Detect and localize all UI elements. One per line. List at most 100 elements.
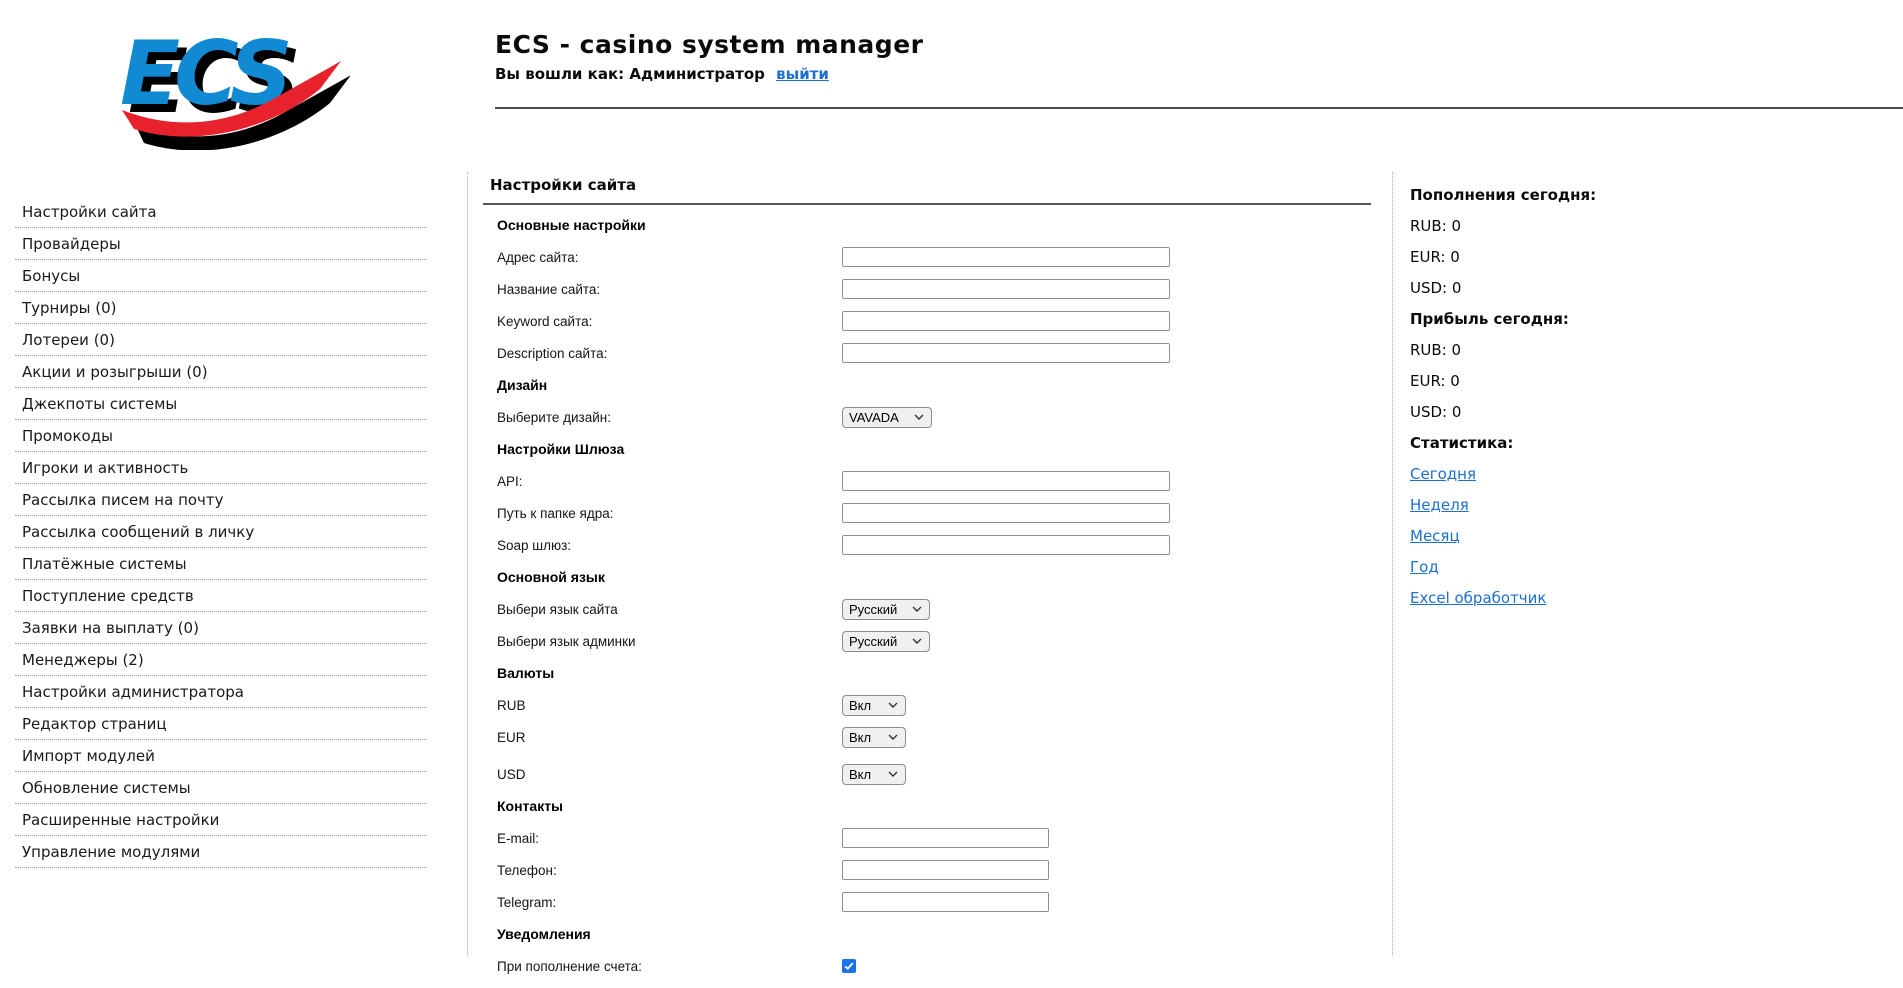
settings-form: Основные настройки Адрес сайта: Название с… xyxy=(483,215,1371,976)
section-basic-settings-header: Основные настройки xyxy=(497,217,646,233)
row-soap-gateway: Soap шлюз: xyxy=(497,535,1371,555)
currency-eur-select[interactable]: Вкл xyxy=(842,727,906,748)
currency-rub-select[interactable]: Вкл xyxy=(842,695,906,716)
phone-label: Телефон: xyxy=(497,863,842,878)
sidebar-item-module-management[interactable]: Управление модулями xyxy=(15,836,427,868)
site-address-label: Адрес сайта: xyxy=(497,250,842,265)
sidebar-item-players-activity[interactable]: Игроки и активность xyxy=(15,452,427,484)
profit-rub: RUB: 0 xyxy=(1410,340,1650,360)
sidebar-item-system-update[interactable]: Обновление системы xyxy=(15,772,427,804)
logout-link[interactable]: выйти xyxy=(776,65,829,83)
site-keyword-label: Keyword сайта: xyxy=(497,314,842,329)
sidebar-item-lotteries[interactable]: Лотереи (0) xyxy=(15,324,427,356)
site-description-label: Description сайта: xyxy=(497,346,842,361)
title-divider xyxy=(483,203,1371,205)
row-email: E-mail: xyxy=(497,828,1371,848)
sidebar-item-page-editor[interactable]: Редактор страниц xyxy=(15,708,427,740)
profit-eur: EUR: 0 xyxy=(1410,371,1650,391)
design-select-value: VAVADA xyxy=(849,410,899,425)
sidebar-item-system-jackpots[interactable]: Джекпоты системы xyxy=(15,388,427,420)
login-status-text: Вы вошли как: Администратор xyxy=(495,65,765,83)
sidebar-item-payment-systems[interactable]: Платёжные системы xyxy=(15,548,427,580)
sidebar-item-managers[interactable]: Менеджеры (2) xyxy=(15,644,427,676)
page-title: Настройки сайта xyxy=(483,176,1371,194)
stats-today-link[interactable]: Сегодня xyxy=(1410,464,1476,484)
deposit-rub: RUB: 0 xyxy=(1410,216,1650,236)
chevron-down-icon xyxy=(888,734,898,740)
admin-language-select[interactable]: Русский xyxy=(842,631,930,652)
admin-language-label: Выбери язык админки xyxy=(497,634,842,649)
api-label: API: xyxy=(497,474,842,489)
phone-input[interactable] xyxy=(842,860,1049,880)
api-input[interactable] xyxy=(842,471,1170,491)
sidebar-item-promo-codes[interactable]: Промокоды xyxy=(15,420,427,452)
site-description-input[interactable] xyxy=(842,343,1170,363)
currency-usd-select-value: Вкл xyxy=(849,767,871,782)
notify-on-deposit-checkbox[interactable] xyxy=(842,959,856,973)
site-keyword-input[interactable] xyxy=(842,311,1170,331)
row-currency-eur: EURВкл xyxy=(497,727,1371,747)
design-label: Выберите дизайн: xyxy=(497,410,842,425)
chevron-down-icon xyxy=(914,414,924,420)
row-site-description: Description сайта: xyxy=(497,343,1371,363)
row-site-language: Выбери язык сайта Русский xyxy=(497,599,1371,619)
currency-usd-select[interactable]: Вкл xyxy=(842,764,906,785)
telegram-input[interactable] xyxy=(842,892,1049,912)
sidebar-item-incoming-funds[interactable]: Поступление средств xyxy=(15,580,427,612)
site-name-input[interactable] xyxy=(842,279,1170,299)
section-currencies-header: Валюты xyxy=(497,665,554,681)
profit-list: RUB: 0EUR: 0USD: 0 xyxy=(1410,340,1650,422)
row-notify-on-deposit: При пополнение счета: xyxy=(497,956,1371,976)
core-folder-path-input[interactable] xyxy=(842,503,1170,523)
stats-week-link[interactable]: Неделя xyxy=(1410,495,1469,515)
statistics-links: Сегодня Неделя Месяц Год Excel обработчик xyxy=(1410,464,1650,608)
site-language-select[interactable]: Русский xyxy=(842,599,930,620)
chevron-down-icon xyxy=(912,606,922,612)
row-currency-rub: RUB Вкл xyxy=(497,695,1371,715)
sidebar-item-pm-mailing[interactable]: Рассылка сообщений в личку xyxy=(15,516,427,548)
sidebar-item-advanced-settings[interactable]: Расширенные настройки xyxy=(15,804,427,836)
site-name-label: Название сайта: xyxy=(497,282,842,297)
row-section-basic-settings: Основные настройки xyxy=(497,215,1371,235)
sidebar-item-promotions[interactable]: Акции и розыгрыши (0) xyxy=(15,356,427,388)
section-contacts-header: Контакты xyxy=(497,798,563,814)
stats-year-link[interactable]: Год xyxy=(1410,557,1439,577)
currency-eur-select-value: Вкл xyxy=(849,730,871,745)
row-section-contacts: Контакты xyxy=(497,796,1371,816)
section-gateway-header: Настройки Шлюза xyxy=(497,441,624,457)
sidebar-item-providers[interactable]: Провайдеры xyxy=(15,228,427,260)
design-select[interactable]: VAVADA xyxy=(842,407,932,428)
deposit-eur: EUR: 0 xyxy=(1410,247,1650,267)
sidebar-item-module-import[interactable]: Импорт модулей xyxy=(15,740,427,772)
row-section-gateway: Настройки Шлюза xyxy=(497,439,1371,459)
soap-gateway-input[interactable] xyxy=(842,535,1170,555)
sidebar-item-payout-requests[interactable]: Заявки на выплату (0) xyxy=(15,612,427,644)
stats-month-link[interactable]: Месяц xyxy=(1410,526,1460,546)
site-language-select-value: Русский xyxy=(849,602,897,617)
sidebar-item-tournaments[interactable]: Турниры (0) xyxy=(15,292,427,324)
row-admin-language: Выбери язык админкиРусский xyxy=(497,631,1371,651)
row-site-name: Название сайта: xyxy=(497,279,1371,299)
row-section-notifications: Уведомления xyxy=(497,924,1371,944)
right-panel-divider xyxy=(1392,172,1393,955)
site-address-input[interactable] xyxy=(842,247,1170,267)
row-core-folder-path: Путь к папке ядра: xyxy=(497,503,1371,523)
login-status: Вы вошли как: Администратор выйти xyxy=(495,65,923,83)
row-currency-usd: USDВкл xyxy=(497,764,1371,784)
excel-handler-link[interactable]: Excel обработчик xyxy=(1410,588,1546,608)
site-language-label: Выбери язык сайта xyxy=(497,602,842,617)
sidebar-item-email-mailing[interactable]: Рассылка писем на почту xyxy=(15,484,427,516)
sidebar-item-bonuses[interactable]: Бонусы xyxy=(15,260,427,292)
chevron-down-icon xyxy=(888,771,898,777)
sidebar-item-site-settings[interactable]: Настройки сайта xyxy=(15,196,427,228)
row-site-address: Адрес сайта: xyxy=(497,247,1371,267)
section-design-header: Дизайн xyxy=(497,377,547,393)
sidebar-item-admin-settings[interactable]: Настройки администратора xyxy=(15,676,427,708)
chevron-down-icon xyxy=(888,702,898,708)
core-folder-path-label: Путь к папке ядра: xyxy=(497,506,842,521)
currency-rub-label: RUB xyxy=(497,698,842,713)
currency-rub-select-value: Вкл xyxy=(849,698,871,713)
row-telegram: Telegram: xyxy=(497,892,1371,912)
email-input[interactable] xyxy=(842,828,1049,848)
row-section-main-language: Основной язык xyxy=(497,567,1371,587)
